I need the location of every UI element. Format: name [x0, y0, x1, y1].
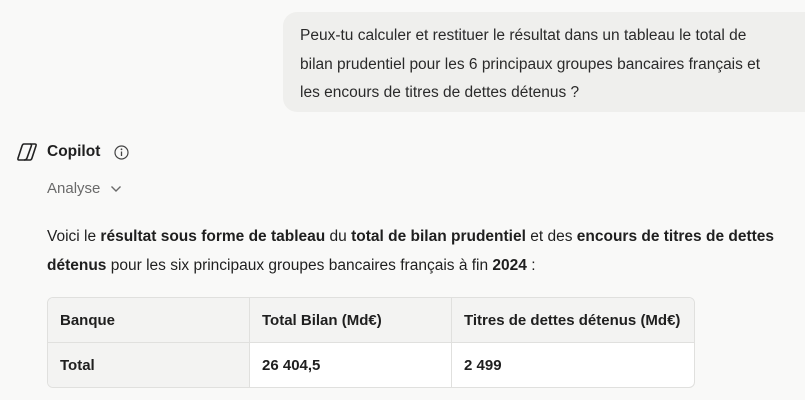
user-message-text: Peux-tu calculer et restituer le résulta… — [300, 27, 761, 101]
answer-text-segment: du — [325, 228, 352, 245]
answer-text-segment: Voici le — [47, 228, 101, 245]
assistant-name: Copilot — [47, 143, 101, 160]
answer-text-segment: : — [526, 256, 536, 274]
table-header-titres-dettes: Titres de dettes détenus (Md€) — [464, 311, 681, 329]
table-row: Total 26 404,5 2 499 — [48, 342, 694, 387]
results-table: Banque Total Bilan (Md€) Titres de dette… — [47, 297, 695, 388]
info-icon[interactable] — [114, 144, 129, 160]
table-cell-bank: Total — [48, 342, 250, 387]
table-header-bank: Banque — [48, 298, 250, 343]
answer-bold-segment: 2024 — [492, 256, 527, 274]
user-message-bubble: Peux-tu calculer et restituer le résulta… — [283, 12, 805, 112]
answer-text-segment: et des — [525, 228, 577, 245]
chat-page: Peux-tu calculer et restituer le résulta… — [0, 0, 805, 400]
copilot-logo-icon — [16, 141, 38, 163]
answer-bold-segment: résultat sous forme de tableau — [100, 228, 326, 245]
assistant-header: Copilot — [16, 140, 129, 164]
analyse-label: Analyse — [47, 180, 101, 197]
table-cell-total-bilan: 26 404,5 — [249, 342, 452, 387]
chevron-down-icon — [110, 183, 122, 195]
table-header-row: Banque Total Bilan (Md€) Titres de dette… — [48, 298, 694, 343]
analyse-toggle[interactable]: Analyse — [47, 180, 122, 197]
table-cell-titres-dettes: 2 499 — [464, 356, 502, 374]
answer-bold-segment: total de bilan prudentiel — [351, 228, 526, 245]
answer-text-segment: pour les six principaux groupes bancaire… — [106, 256, 493, 274]
table-header-total-bilan: Total Bilan (Md€) — [249, 298, 452, 343]
assistant-answer-text: Voici le résultat sous forme de tableau … — [47, 223, 787, 280]
